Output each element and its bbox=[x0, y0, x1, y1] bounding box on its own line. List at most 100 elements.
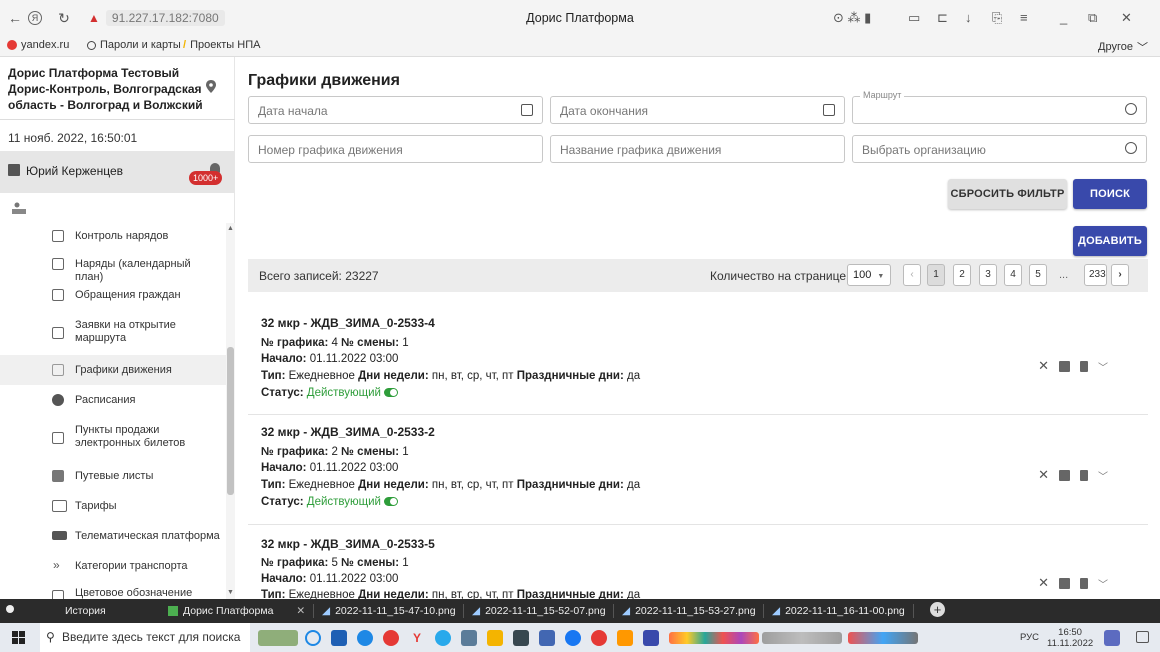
back-icon[interactable]: ← bbox=[6, 9, 24, 27]
app-icon[interactable] bbox=[617, 630, 633, 646]
edge-icon[interactable] bbox=[357, 630, 373, 646]
calculator-icon[interactable] bbox=[461, 630, 477, 646]
notifications-icon[interactable] bbox=[1136, 631, 1149, 643]
tab-doris-platform[interactable]: Дорис Платформа ✕ bbox=[168, 605, 305, 617]
reload-icon[interactable]: ↻ bbox=[55, 9, 73, 27]
address-bar[interactable]: ▲ 91.227.17.182:7080 bbox=[88, 9, 225, 27]
user-row[interactable]: Юрий Керженцев 1000+ bbox=[0, 151, 235, 193]
next-page-button[interactable]: › bbox=[1111, 264, 1129, 286]
app-icon[interactable] bbox=[591, 630, 607, 646]
tools-icon[interactable]: ✕ bbox=[1038, 575, 1049, 591]
prev-page-button[interactable]: ‹ bbox=[903, 264, 921, 286]
speedometer-icon[interactable] bbox=[513, 630, 529, 646]
file-explorer-icon[interactable] bbox=[487, 630, 503, 646]
restore-icon[interactable]: ⧉ bbox=[1088, 10, 1097, 26]
download-icon[interactable]: ↓ bbox=[965, 10, 972, 25]
sidebar-item-color-codes[interactable]: Цветовое обозначение bbox=[0, 581, 226, 599]
close-icon[interactable]: ✕ bbox=[1121, 10, 1132, 26]
bookmark-npa[interactable]: / Проекты НПА bbox=[183, 39, 260, 51]
collections-icon[interactable]: ⊏ bbox=[937, 10, 948, 26]
yandex-home-icon[interactable]: Я bbox=[28, 11, 42, 25]
photos-icon[interactable] bbox=[539, 630, 555, 646]
weather-widget-icon[interactable] bbox=[258, 630, 298, 646]
organization-name[interactable]: Дорис Платформа Тестовый Дорис-Контроль,… bbox=[8, 65, 208, 113]
tools-icon[interactable]: ✕ bbox=[1038, 467, 1049, 483]
app-icon[interactable] bbox=[643, 630, 659, 646]
status-toggle-icon[interactable] bbox=[383, 497, 398, 506]
add-button[interactable]: ДОБАВИТЬ bbox=[1073, 226, 1147, 256]
page-button-4[interactable]: 4 bbox=[1004, 264, 1022, 286]
chevron-down-icon[interactable]: ﹀ bbox=[1098, 359, 1108, 374]
tray-apps-icons[interactable] bbox=[669, 632, 759, 644]
windows-start-icon[interactable] bbox=[12, 631, 25, 644]
tools-icon[interactable]: ✕ bbox=[1038, 358, 1049, 374]
copy-icon[interactable] bbox=[1059, 469, 1070, 481]
page-button-5[interactable]: 5 bbox=[1029, 264, 1047, 286]
tab-file-4[interactable]: ◢ 2022-11-11_16-11-00.png bbox=[772, 605, 905, 617]
tab-file-1[interactable]: ◢ 2022-11-11_15-47-10.png bbox=[322, 605, 456, 617]
bookmark-passwords[interactable]: Пароли и карты bbox=[87, 39, 181, 51]
calendar-icon[interactable] bbox=[521, 104, 533, 116]
new-tab-button[interactable]: + bbox=[930, 602, 945, 617]
delete-icon[interactable] bbox=[1080, 360, 1088, 372]
search-icon[interactable] bbox=[1125, 142, 1137, 154]
status-toggle-icon[interactable] bbox=[383, 388, 398, 397]
sidebar-item-work-orders-calendar[interactable]: Наряды (календарный план) bbox=[0, 249, 226, 283]
per-page-select[interactable]: 100 ▼ bbox=[847, 264, 891, 286]
history-tab-label[interactable]: История bbox=[65, 605, 106, 617]
input-language[interactable]: РУС bbox=[1020, 632, 1039, 643]
system-tray-icons[interactable] bbox=[848, 632, 918, 644]
search-button[interactable]: ПОИСК bbox=[1073, 179, 1147, 209]
delete-icon[interactable] bbox=[1080, 469, 1088, 481]
organization-field[interactable]: Выбрать организацию bbox=[852, 135, 1147, 163]
telegram-icon[interactable] bbox=[435, 630, 451, 646]
bookmark-yandex[interactable]: yandex.ru bbox=[7, 39, 69, 51]
sidebar-item-waybills[interactable]: Путевые листы bbox=[0, 461, 226, 491]
system-tray-icons[interactable] bbox=[762, 632, 842, 644]
schedule-name-field[interactable]: Название графика движения bbox=[550, 135, 845, 163]
sidebar-scroll-thumb[interactable] bbox=[227, 347, 234, 495]
yandex-y-icon[interactable]: Y bbox=[409, 630, 425, 646]
delete-icon[interactable] bbox=[1080, 577, 1088, 589]
schedule-card[interactable]: 32 мкр - ЖДВ_ЗИМА_0-2533-2 № графика: 2 … bbox=[248, 415, 1148, 525]
extension-icons[interactable]: ⊙ ⁂ ▮ bbox=[833, 10, 871, 26]
copy-icon[interactable] bbox=[1059, 577, 1070, 589]
page-button-3[interactable]: 3 bbox=[979, 264, 997, 286]
page-button-2[interactable]: 2 bbox=[953, 264, 971, 286]
close-tab-icon[interactable]: ✕ bbox=[296, 605, 305, 617]
schedule-card[interactable]: 32 мкр - ЖДВ_ЗИМА_0-2533-4 № графика: 4 … bbox=[248, 308, 1148, 415]
chevron-down-icon[interactable]: ﹀ bbox=[1098, 468, 1108, 483]
bookmark-other[interactable]: Другое ﹀ bbox=[1098, 39, 1148, 55]
search-icon[interactable] bbox=[1125, 103, 1137, 115]
menu-icon[interactable]: ≡ bbox=[1020, 10, 1028, 25]
page-button-1[interactable]: 1 bbox=[927, 264, 945, 286]
start-date-field[interactable]: Дата начала bbox=[248, 96, 543, 124]
share-icon[interactable]: ⎘ bbox=[992, 10, 1002, 26]
cortana-icon[interactable] bbox=[305, 630, 321, 646]
sidebar-item-timetables[interactable]: Расписания bbox=[0, 385, 226, 415]
sidebar-item-transport-categories[interactable]: » Категории транспорта bbox=[0, 551, 226, 581]
schedule-card[interactable]: 32 мкр - ЖДВ_ЗИМА_0-2533-5 № графика: 5 … bbox=[248, 525, 1148, 599]
facebook-icon[interactable] bbox=[565, 630, 581, 646]
sidebar-item-schedules[interactable]: Графики движения bbox=[0, 355, 226, 385]
minimize-icon[interactable]: _ bbox=[1060, 10, 1067, 25]
route-field[interactable]: Маршрут bbox=[852, 90, 1147, 124]
end-date-field[interactable]: Дата окончания bbox=[550, 96, 845, 124]
clock[interactable]: 16:50 11.11.2022 bbox=[1047, 627, 1093, 649]
scroll-up-icon[interactable]: ▲ bbox=[227, 225, 234, 232]
sidebar-item-route-requests[interactable]: Заявки на открытие маршрута bbox=[0, 310, 226, 355]
reset-filter-button[interactable]: СБРОСИТЬ ФИЛЬТР bbox=[948, 179, 1067, 209]
sidebar-item-tariffs[interactable]: Тарифы bbox=[0, 491, 226, 521]
copy-icon[interactable] bbox=[1059, 360, 1070, 372]
location-pin-icon[interactable] bbox=[206, 80, 216, 93]
calendar-icon[interactable] bbox=[823, 104, 835, 116]
tabs-icon[interactable]: ▭ bbox=[908, 10, 920, 26]
word-icon[interactable] bbox=[331, 630, 347, 646]
map-icon[interactable] bbox=[12, 202, 26, 214]
sidebar-item-telematics[interactable]: Телематическая платформа bbox=[0, 521, 226, 551]
page-button-last[interactable]: 233 bbox=[1084, 264, 1107, 286]
desktop-preview-icon[interactable] bbox=[1104, 630, 1120, 646]
history-tab[interactable] bbox=[6, 605, 14, 613]
schedule-number-field[interactable]: Номер графика движения bbox=[248, 135, 543, 163]
taskbar-search-input[interactable]: ⚲ Введите здесь текст для поиска bbox=[40, 623, 250, 652]
